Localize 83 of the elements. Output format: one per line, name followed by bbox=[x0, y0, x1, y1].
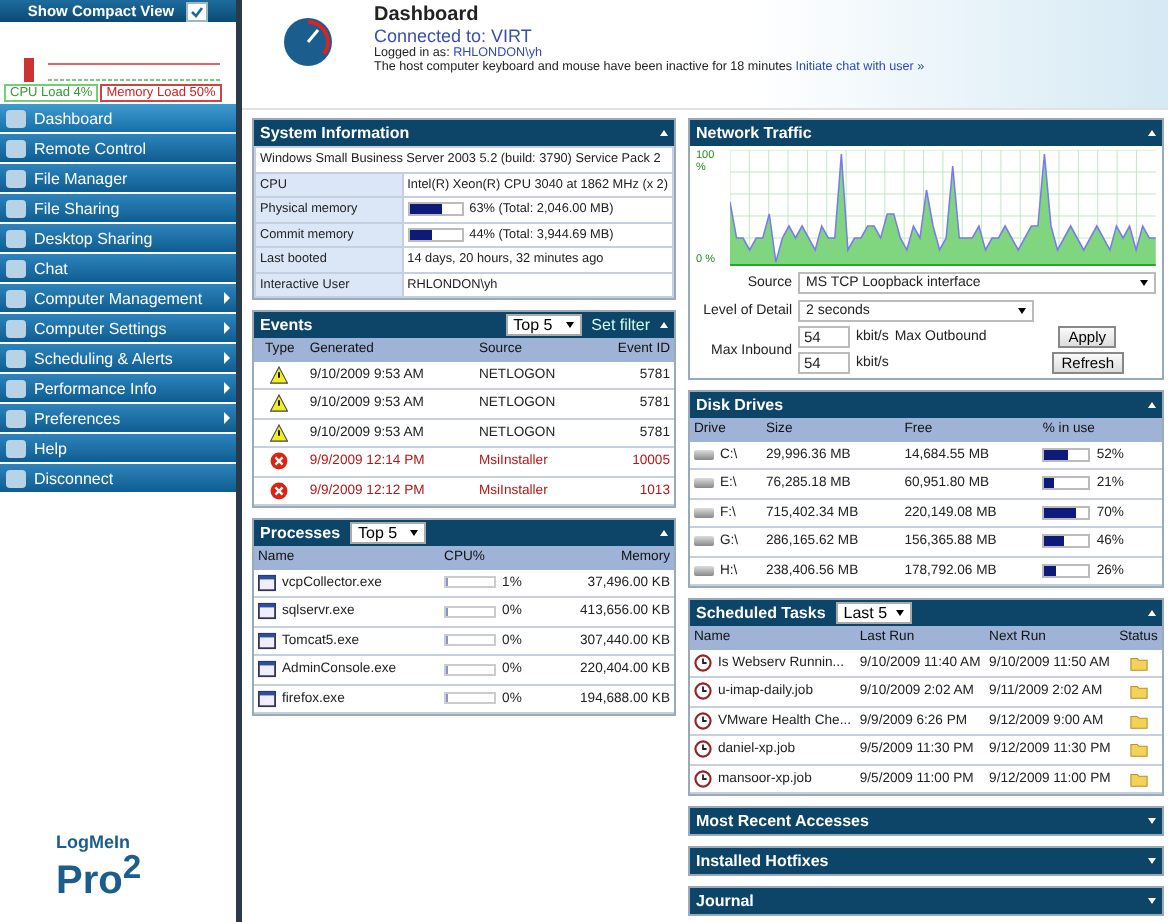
menu-item[interactable]: Remote Control bbox=[0, 134, 236, 162]
usage-meter bbox=[1042, 505, 1091, 520]
cpu-meter bbox=[444, 692, 497, 705]
connected-to-text: Connected to: VIRT bbox=[374, 26, 534, 46]
tile-icon bbox=[6, 379, 26, 397]
collapse-icon[interactable] bbox=[660, 322, 668, 328]
caret-icon bbox=[1140, 280, 1148, 286]
collapse-icon[interactable] bbox=[1148, 130, 1156, 136]
error-icon bbox=[270, 452, 289, 471]
filter-dropdown[interactable]: Top 5 bbox=[350, 522, 427, 544]
panel-title: Disk Drives bbox=[696, 396, 786, 414]
app-icon bbox=[258, 602, 276, 621]
logo-name: LogMeIn bbox=[56, 832, 132, 853]
usage-meter bbox=[1042, 563, 1091, 578]
menu-item[interactable]: Scheduling & Alerts bbox=[0, 344, 236, 372]
tile-icon bbox=[6, 109, 26, 127]
panel-title: Events bbox=[260, 316, 315, 334]
collapse-icon[interactable] bbox=[1148, 402, 1156, 408]
usage-meter bbox=[1042, 534, 1091, 549]
app-icon bbox=[258, 689, 276, 708]
clock-icon bbox=[694, 653, 712, 672]
tile-icon bbox=[6, 349, 26, 367]
tile-icon bbox=[6, 169, 26, 187]
memory-meter bbox=[407, 227, 464, 242]
menu-item[interactable]: Disconnect bbox=[0, 464, 236, 492]
filter-dropdown[interactable]: Top 5 bbox=[505, 314, 582, 336]
caret-icon bbox=[895, 610, 904, 616]
compact-view-checkbox[interactable] bbox=[186, 1, 209, 21]
set-filter-link[interactable]: Set filter bbox=[591, 316, 650, 334]
app-icon bbox=[258, 573, 276, 592]
usage-meter bbox=[1042, 476, 1091, 491]
caret-icon bbox=[410, 530, 419, 536]
panel-title: Installed Hotfixes bbox=[696, 852, 831, 870]
memory-meter bbox=[407, 202, 464, 217]
cpu-meter bbox=[444, 634, 497, 647]
panel-title: System Information bbox=[260, 124, 412, 142]
clock-icon bbox=[694, 711, 712, 730]
clock-icon bbox=[694, 769, 712, 788]
menu-item[interactable]: File Sharing bbox=[0, 194, 236, 222]
page-title: Dashboard bbox=[374, 4, 481, 26]
expand-icon[interactable] bbox=[1148, 818, 1156, 824]
tile-icon bbox=[6, 139, 26, 157]
gauge-icon bbox=[282, 16, 334, 68]
menu-item[interactable]: Dashboard bbox=[0, 104, 236, 132]
expand-icon[interactable] bbox=[1148, 858, 1156, 864]
panel-title: Journal bbox=[696, 892, 756, 910]
collapse-icon[interactable] bbox=[1148, 610, 1156, 616]
app-icon bbox=[258, 631, 276, 650]
menu-item[interactable]: Computer Settings bbox=[0, 314, 236, 342]
caret-icon bbox=[1018, 308, 1026, 314]
usage-meter bbox=[1042, 447, 1091, 462]
panel-title: Network Traffic bbox=[696, 124, 814, 142]
tile-icon bbox=[6, 409, 26, 427]
tile-icon bbox=[6, 289, 26, 307]
collapse-icon[interactable] bbox=[660, 130, 668, 136]
cpu-meter bbox=[444, 663, 497, 676]
panel-title: Scheduled Tasks bbox=[696, 604, 826, 622]
caret-icon bbox=[565, 322, 574, 328]
clock-icon bbox=[694, 740, 712, 759]
panel-title: Most Recent Accesses bbox=[696, 812, 871, 830]
cpu-meter bbox=[444, 605, 497, 618]
menu-item[interactable]: Desktop Sharing bbox=[0, 224, 236, 252]
menu-item[interactable]: Performance Info bbox=[0, 374, 236, 402]
clock-icon bbox=[694, 682, 712, 701]
collapse-icon[interactable] bbox=[660, 530, 668, 536]
menu-item[interactable]: Preferences bbox=[0, 404, 236, 432]
menu-item[interactable]: Computer Management bbox=[0, 284, 236, 312]
tile-icon bbox=[6, 229, 26, 247]
error-icon bbox=[270, 481, 289, 500]
tile-icon bbox=[6, 439, 26, 457]
expand-icon[interactable] bbox=[1148, 898, 1156, 904]
tile-icon bbox=[6, 259, 26, 277]
app-icon bbox=[258, 660, 276, 679]
menu-item[interactable]: File Manager bbox=[0, 164, 236, 192]
logo-product: Pro$^{2}$ bbox=[56, 852, 144, 902]
tile-icon bbox=[6, 199, 26, 217]
cpu-meter bbox=[444, 576, 497, 589]
tile-icon bbox=[6, 469, 26, 487]
panel-title: Processes bbox=[260, 524, 341, 542]
menu-item[interactable]: Help bbox=[0, 434, 236, 462]
menu-item[interactable]: Chat bbox=[0, 254, 236, 282]
filter-dropdown[interactable]: Last 5 bbox=[835, 602, 912, 624]
tile-icon bbox=[6, 319, 26, 337]
